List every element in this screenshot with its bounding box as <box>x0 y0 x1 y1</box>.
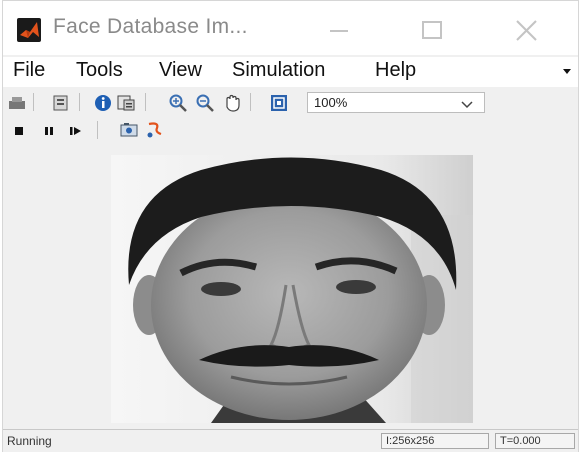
title-bar: Face Database Im... <box>3 1 578 55</box>
toolbar-separator <box>145 93 146 111</box>
toolbar-main: 100% <box>3 89 578 117</box>
menu-file[interactable]: File <box>13 59 45 82</box>
status-time: T=0.000 <box>495 433 575 449</box>
menu-simulation[interactable]: Simulation <box>232 59 325 82</box>
properties-icon[interactable] <box>116 93 136 113</box>
zoom-out-icon[interactable] <box>195 93 215 113</box>
info-icon[interactable] <box>93 93 113 113</box>
status-dimensions: I:256x256 <box>381 433 489 449</box>
menu-overflow-arrow-icon[interactable] <box>563 69 571 74</box>
pan-hand-icon[interactable] <box>222 93 242 113</box>
pause-icon[interactable] <box>41 121 61 141</box>
face-image <box>111 155 473 423</box>
close-button[interactable] <box>503 9 549 49</box>
toolbar-playback <box>3 117 578 143</box>
minimize-button[interactable] <box>316 9 362 49</box>
chevron-down-icon <box>460 97 474 115</box>
menu-view[interactable]: View <box>159 59 202 82</box>
toolbar-separator <box>33 93 34 111</box>
window-title: Face Database Im... <box>53 15 248 38</box>
simulink-model-icon[interactable] <box>145 120 165 140</box>
zoom-level-value: 100% <box>314 95 348 110</box>
zoom-level-select[interactable]: 100% <box>307 92 485 113</box>
print-icon[interactable] <box>7 93 27 113</box>
fit-to-view-icon[interactable] <box>269 93 289 113</box>
toolbar-separator <box>250 93 251 111</box>
library-browser-icon[interactable] <box>51 93 71 113</box>
menu-help[interactable]: Help <box>375 59 416 82</box>
toolbar-separator <box>79 93 80 111</box>
menu-tools[interactable]: Tools <box>76 59 123 82</box>
app-window: Face Database Im... File Tools View Simu… <box>2 0 579 452</box>
menu-bar: File Tools View Simulation Help <box>3 57 578 87</box>
status-state: Running <box>7 434 52 448</box>
maximize-button[interactable] <box>409 9 455 49</box>
stop-icon[interactable] <box>11 121 31 141</box>
toolbar-separator <box>97 121 98 139</box>
status-bar: Running I:256x256 T=0.000 <box>3 429 578 452</box>
image-display-area <box>3 143 578 429</box>
matlab-logo-icon <box>17 18 41 42</box>
zoom-in-icon[interactable] <box>168 93 188 113</box>
step-forward-icon[interactable] <box>67 121 87 141</box>
snapshot-icon[interactable] <box>119 120 139 140</box>
